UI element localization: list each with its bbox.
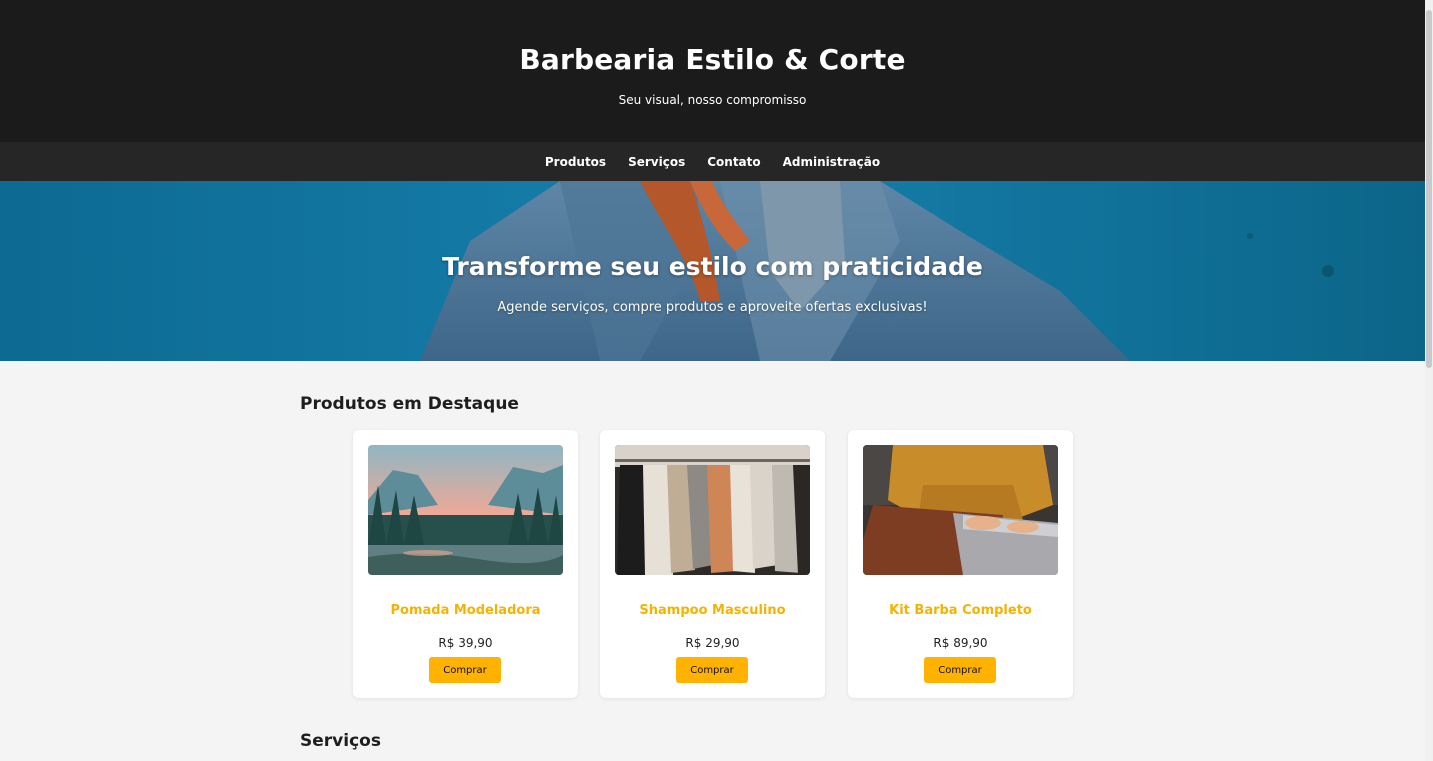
- services-section-title: Serviços: [300, 731, 381, 751]
- nav-item-contato[interactable]: Contato: [707, 155, 760, 169]
- product-image: [863, 445, 1058, 575]
- products-section-title: Produtos em Destaque: [300, 394, 519, 414]
- product-image: [368, 445, 563, 575]
- nav-item-produtos[interactable]: Produtos: [545, 155, 606, 169]
- site-header: Barbearia Estilo & Corte Seu visual, nos…: [0, 0, 1425, 142]
- product-price: R$ 29,90: [685, 636, 740, 650]
- product-card: Pomada Modeladora R$ 39,90 Comprar: [353, 430, 578, 698]
- product-list: Pomada Modeladora R$ 39,90 Comprar Shamp…: [353, 430, 1073, 698]
- product-image: [615, 445, 810, 575]
- product-name: Kit Barba Completo: [889, 603, 1032, 618]
- nav-item-servicos[interactable]: Serviços: [628, 155, 685, 169]
- product-price: R$ 89,90: [933, 636, 988, 650]
- hero-subtitle: Agende serviços, compre produtos e aprov…: [497, 300, 928, 315]
- product-name: Pomada Modeladora: [390, 603, 541, 618]
- hero-title: Transforme seu estilo com praticidade: [442, 252, 983, 281]
- scrollbar-thumb[interactable]: [1426, 10, 1432, 368]
- main-nav: Produtos Serviços Contato Administração: [0, 142, 1425, 181]
- page-scrollbar[interactable]: [1425, 0, 1433, 761]
- site-subtitle: Seu visual, nosso compromisso: [618, 93, 807, 107]
- product-price: R$ 39,90: [438, 636, 493, 650]
- buy-button[interactable]: Comprar: [676, 657, 748, 683]
- hero-banner: Transforme seu estilo com praticidade Ag…: [0, 181, 1425, 361]
- product-card: Shampoo Masculino R$ 29,90 Comprar: [600, 430, 825, 698]
- buy-button[interactable]: Comprar: [429, 657, 501, 683]
- buy-button[interactable]: Comprar: [924, 657, 996, 683]
- site-title: Barbearia Estilo & Corte: [519, 43, 906, 76]
- product-name: Shampoo Masculino: [639, 603, 786, 618]
- product-card: Kit Barba Completo R$ 89,90 Comprar: [848, 430, 1073, 698]
- nav-item-administracao[interactable]: Administração: [783, 155, 881, 169]
